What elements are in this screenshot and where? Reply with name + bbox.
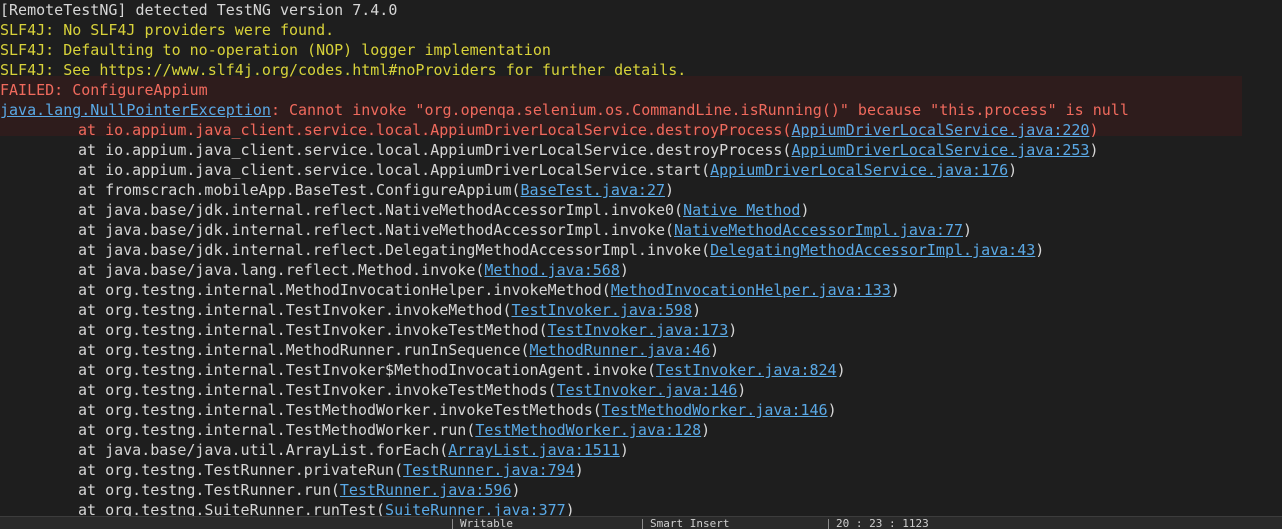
slf4j-line: SLF4J: No SLF4J providers were found. (0, 21, 335, 39)
stack-frame: at io.appium.java_client.service.local.A… (0, 160, 1282, 180)
stack-frame-source-link[interactable]: SuiteRunner.java:377 (385, 501, 566, 516)
stack-frame-method: at fromscrach.mobileApp.BaseTest.Configu… (78, 181, 521, 199)
stack-frame: at org.testng.internal.TestMethodWorker.… (0, 420, 1282, 440)
stack-frame-source-link[interactable]: MethodInvocationHelper.java:133 (611, 281, 891, 299)
stack-frame-method: at org.testng.internal.TestMethodWorker.… (78, 401, 602, 419)
stack-frame-source-link[interactable]: TestRunner.java:794 (403, 461, 575, 479)
stack-frame: at java.base/java.lang.reflect.Method.in… (0, 260, 1282, 280)
stack-frame-close-paren: ) (701, 421, 711, 439)
exception-class-link[interactable]: java.lang.NullPointerException (0, 101, 271, 119)
stack-frame-source-link[interactable]: TestRunner.java:596 (340, 481, 512, 499)
status-bar: Writable Smart Insert 20 : 23 : 1123 (0, 516, 1282, 529)
stack-frame-close-paren: ) (1089, 141, 1099, 159)
stack-frame-method: at org.testng.internal.MethodRunner.runI… (78, 341, 530, 359)
testng-version-line: [RemoteTestNG] detected TestNG version 7… (0, 1, 398, 19)
status-cursor-position: 20 : 23 : 1123 (836, 517, 929, 529)
stack-frame: at org.testng.SuiteRunner.runTest(SuiteR… (0, 500, 1282, 516)
stack-frame: at org.testng.TestRunner.privateRun(Test… (0, 460, 1282, 480)
stack-frame: at org.testng.internal.TestInvoker$Metho… (0, 360, 1282, 380)
stack-frame-close-paren: ) (728, 321, 738, 339)
status-insert-mode[interactable]: Smart Insert (650, 517, 729, 529)
stack-frame-close-paren: ) (574, 461, 584, 479)
stack-frame-method: at org.testng.TestRunner.privateRun( (78, 461, 404, 479)
stack-frame-method: at org.testng.internal.TestInvoker.invok… (78, 381, 557, 399)
stack-frame-method: at java.base/jdk.internal.reflect.Delega… (78, 241, 711, 259)
stack-frame: at java.base/jdk.internal.reflect.Delega… (0, 240, 1282, 260)
stack-frame-close-paren: ) (511, 481, 521, 499)
stack-frame-close-paren: ) (710, 341, 720, 359)
stack-frame-method: at org.testng.internal.TestInvoker.invok… (78, 321, 548, 339)
stack-frame-source-link[interactable]: Method.java:568 (484, 261, 619, 279)
stack-frame-close-paren: ) (963, 221, 973, 239)
slf4j-line: SLF4J: Defaulting to no-operation (NOP) … (0, 41, 551, 59)
stack-frame: at org.testng.internal.TestInvoker.invok… (0, 300, 1282, 320)
stack-frame-source-link[interactable]: DelegatingMethodAccessorImpl.java:43 (710, 241, 1035, 259)
stack-frame: at fromscrach.mobileApp.BaseTest.Configu… (0, 180, 1282, 200)
stack-frame-method: at org.testng.internal.TestInvoker$Metho… (78, 361, 656, 379)
stack-frame-source-link[interactable]: AppiumDriverLocalService.java:253 (791, 141, 1089, 159)
stack-frame: at java.base/java.util.ArrayList.forEach… (0, 440, 1282, 460)
slf4j-line: SLF4J: See https://www.slf4j.org/codes.h… (0, 61, 687, 79)
stack-frame: at org.testng.internal.TestMethodWorker.… (0, 400, 1282, 420)
stack-frame-method: at org.testng.internal.TestInvoker.invok… (78, 301, 512, 319)
stack-frame-method: at org.testng.TestRunner.run( (78, 481, 340, 499)
stack-frame-method: at org.testng.SuiteRunner.runTest( (78, 501, 386, 516)
stack-frame-close-paren: ) (1089, 121, 1099, 139)
stack-frame-close-paren: ) (665, 181, 675, 199)
stack-frame: at org.testng.internal.TestInvoker.invok… (0, 320, 1282, 340)
stack-frame-method: at io.appium.java_client.service.local.A… (78, 141, 792, 159)
stack-frame-source-link[interactable]: BaseTest.java:27 (521, 181, 666, 199)
stack-frame-close-paren: ) (619, 441, 629, 459)
stack-frame-source-link[interactable]: TestInvoker.java:824 (656, 361, 837, 379)
stack-frame-method: at java.base/java.lang.reflect.Method.in… (78, 261, 485, 279)
stack-frame: at java.base/jdk.internal.reflect.Native… (0, 200, 1282, 220)
console-output[interactable]: [RemoteTestNG] detected TestNG version 7… (0, 0, 1282, 516)
stack-frame-close-paren: ) (565, 501, 575, 516)
stack-frame-close-paren: ) (836, 361, 846, 379)
stack-frame: at org.testng.internal.TestInvoker.invok… (0, 380, 1282, 400)
stack-frame: at org.testng.internal.MethodInvocationH… (0, 280, 1282, 300)
stack-frame: at io.appium.java_client.service.local.A… (0, 120, 1282, 140)
stack-trace: at io.appium.java_client.service.local.A… (0, 120, 1282, 516)
stack-frame-source-link[interactable]: MethodRunner.java:46 (530, 341, 711, 359)
exception-message: : Cannot invoke "org.openqa.selenium.os.… (270, 101, 1129, 119)
stack-frame-close-paren: ) (890, 281, 900, 299)
stack-frame-close-paren: ) (1035, 241, 1045, 259)
stack-frame: at io.appium.java_client.service.local.A… (0, 140, 1282, 160)
stack-frame-close-paren: ) (1008, 161, 1018, 179)
stack-frame-source-link[interactable]: TestMethodWorker.java:146 (602, 401, 828, 419)
failed-line: FAILED: ConfigureAppium (0, 81, 208, 99)
stack-frame-source-link[interactable]: TestInvoker.java:598 (511, 301, 692, 319)
stack-frame-method: at java.base/java.util.ArrayList.forEach… (78, 441, 449, 459)
stack-frame-method: at org.testng.internal.TestMethodWorker.… (78, 421, 476, 439)
stack-frame-source-link[interactable]: TestInvoker.java:146 (557, 381, 738, 399)
stack-frame: at org.testng.internal.MethodRunner.runI… (0, 340, 1282, 360)
stack-frame-source-link[interactable]: ArrayList.java:1511 (448, 441, 620, 459)
stack-frame: at java.base/jdk.internal.reflect.Native… (0, 220, 1282, 240)
stack-frame-source-link[interactable]: TestMethodWorker.java:128 (475, 421, 701, 439)
stack-frame: at org.testng.TestRunner.run(TestRunner.… (0, 480, 1282, 500)
stack-frame-close-paren: ) (800, 201, 810, 219)
exception-line: java.lang.NullPointerException: Cannot i… (0, 100, 1282, 120)
stack-frame-close-paren: ) (619, 261, 629, 279)
status-writable: Writable (460, 517, 513, 529)
stack-frame-method: at java.base/jdk.internal.reflect.Native… (78, 221, 675, 239)
stack-frame-close-paren: ) (827, 401, 837, 419)
stack-frame-method: at io.appium.java_client.service.local.A… (78, 161, 711, 179)
stack-frame-method: at java.base/jdk.internal.reflect.Native… (78, 201, 684, 219)
stack-frame-source-link[interactable]: AppiumDriverLocalService.java:176 (710, 161, 1008, 179)
stack-frame-close-paren: ) (692, 301, 702, 319)
stack-frame-method: at org.testng.internal.MethodInvocationH… (78, 281, 611, 299)
stack-frame-source-link[interactable]: Native Method (683, 201, 800, 219)
stack-frame-source-link[interactable]: NativeMethodAccessorImpl.java:77 (674, 221, 963, 239)
stack-frame-close-paren: ) (737, 381, 747, 399)
stack-frame-source-link[interactable]: AppiumDriverLocalService.java:220 (791, 121, 1089, 139)
stack-frame-method: at io.appium.java_client.service.local.A… (78, 121, 792, 139)
stack-frame-source-link[interactable]: TestInvoker.java:173 (548, 321, 729, 339)
